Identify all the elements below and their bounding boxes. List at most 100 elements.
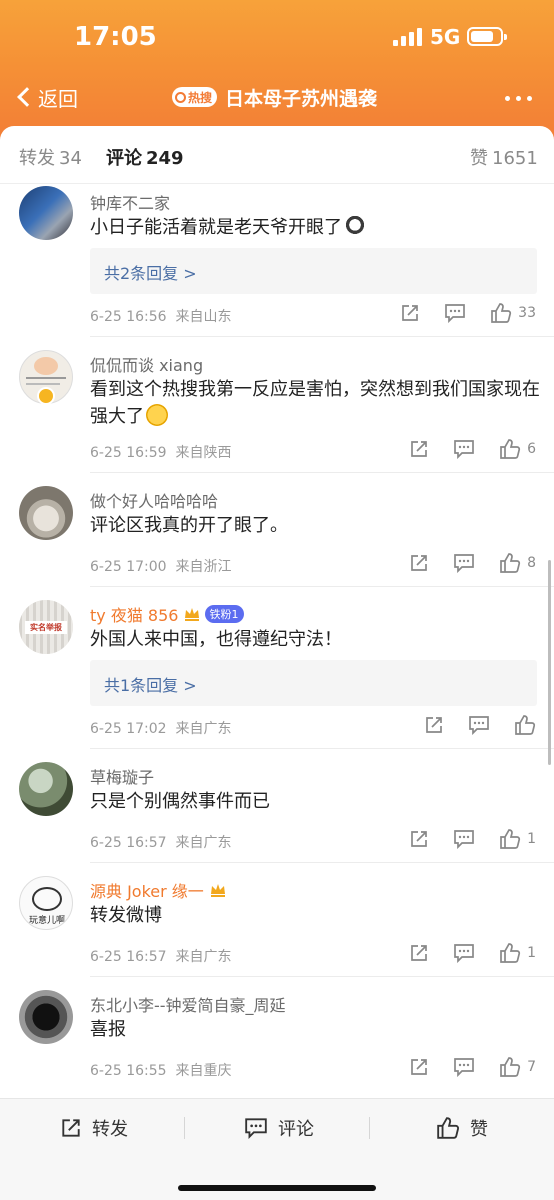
hot-search-badge: 热搜 — [172, 87, 218, 107]
comment-meta: 6-25 16:57 来自广东 — [90, 946, 231, 966]
tab-comments[interactable]: 评论 249 — [106, 144, 184, 170]
comment-text: 看到这个热搜我第一反应是害怕，突然想到我们国家现在强大了 — [90, 376, 540, 430]
tab-comments-count: 249 — [146, 148, 184, 169]
like-label: 赞 — [470, 1119, 488, 1140]
comment-actions: 33 — [376, 302, 536, 324]
tab-repost[interactable]: 转发 34 — [19, 144, 82, 170]
share-icon[interactable] — [409, 439, 429, 459]
comment-icon[interactable] — [453, 439, 475, 459]
like-button[interactable] — [514, 714, 536, 736]
share-icon[interactable] — [409, 1057, 429, 1077]
like-button[interactable]: 1 — [499, 942, 536, 964]
status-bar: 17:05 5G — [0, 0, 554, 70]
comment-actions: 7 — [385, 1056, 536, 1078]
comment-date: 6-25 16:56 — [90, 309, 167, 325]
comment-icon[interactable] — [453, 943, 475, 963]
search-icon — [175, 91, 186, 103]
tab-likes-count: 1651 — [492, 148, 538, 169]
comment-body: 喜报 — [90, 1019, 126, 1040]
comment-location: 来自浙江 — [175, 559, 232, 575]
tab-likes-label: 赞 — [470, 148, 488, 169]
divider — [369, 1117, 370, 1139]
like-count: 6 — [527, 441, 536, 457]
comment-meta: 6-25 16:57 来自广东 — [90, 832, 231, 852]
back-label: 返回 — [38, 86, 78, 111]
comment-icon[interactable] — [444, 303, 466, 323]
comment-meta: 6-25 17:00 来自浙江 — [90, 556, 231, 576]
like-button[interactable]: 7 — [499, 1056, 536, 1078]
avatar[interactable] — [19, 186, 73, 240]
comment-meta: 6-25 17:02 来自广东 — [90, 718, 231, 738]
comment-label: 评论 — [278, 1119, 314, 1140]
like-count: 33 — [518, 305, 536, 321]
like-button[interactable]: 赞 — [436, 1115, 488, 1141]
tab-repost-count: 34 — [59, 148, 82, 169]
share-icon[interactable] — [409, 829, 429, 849]
comment-username[interactable]: ty 夜猫 856 铁粉1 — [90, 602, 245, 626]
comment-username[interactable]: 做个好人哈哈哈哈 — [90, 488, 218, 512]
like-button[interactable]: 8 — [499, 552, 536, 574]
replies-label: 共1条回复 > — [104, 676, 197, 695]
husky-emoji-icon — [344, 215, 366, 237]
comment-username[interactable]: 钟库不二家 — [90, 190, 170, 214]
verified-badge-icon — [37, 387, 55, 405]
like-button[interactable]: 6 — [499, 438, 536, 460]
comment-button[interactable]: 评论 — [244, 1115, 314, 1141]
like-button[interactable]: 33 — [490, 302, 536, 324]
comment-location: 来自广东 — [175, 949, 232, 965]
share-icon[interactable] — [400, 303, 420, 323]
divider — [90, 472, 554, 473]
comment-username[interactable]: 侃侃而谈 xiang — [90, 352, 203, 376]
share-icon[interactable] — [409, 553, 429, 573]
comment-date: 6-25 16:57 — [90, 835, 167, 851]
comment-text: 小日子能活着就是老天爷开眼了 — [90, 214, 540, 241]
chevron-left-icon — [17, 87, 37, 107]
avatar[interactable] — [19, 486, 73, 540]
comment-location: 来自重庆 — [175, 1063, 232, 1079]
like-button[interactable]: 1 — [499, 828, 536, 850]
fan-badge-label: 铁粉1 — [209, 608, 239, 621]
comment-icon[interactable] — [453, 829, 475, 849]
avatar[interactable] — [19, 990, 73, 1044]
avatar[interactable]: 玩意儿啊 — [19, 876, 73, 930]
comment-body: 评论区我真的开了眼了。 — [90, 515, 288, 536]
replies-link[interactable]: 共2条回复 > — [90, 248, 537, 294]
comment-body: 小日子能活着就是老天爷开眼了 — [90, 217, 342, 238]
battery-icon — [467, 27, 507, 46]
comment-actions: 1 — [385, 828, 536, 850]
tab-likes[interactable]: 赞 1651 — [470, 144, 538, 170]
comment-username[interactable]: 草梅璇子 — [90, 764, 154, 788]
comment-text: 只是个别偶然事件而已 — [90, 788, 540, 815]
scrollbar[interactable] — [548, 560, 551, 765]
share-icon[interactable] — [409, 943, 429, 963]
comment-date: 6-25 16:55 — [90, 1063, 167, 1079]
home-indicator[interactable] — [178, 1185, 376, 1191]
replies-link[interactable]: 共1条回复 > — [90, 660, 537, 706]
divider — [90, 748, 554, 749]
tab-bar: 转发 34 评论 249 赞 1651 — [0, 126, 554, 184]
repost-label: 转发 — [92, 1119, 128, 1140]
comment-icon[interactable] — [453, 553, 475, 573]
share-icon[interactable] — [424, 715, 444, 735]
comment-text: 转发微博 — [90, 902, 540, 929]
comment-icon[interactable] — [453, 1057, 475, 1077]
avatar[interactable] — [19, 762, 73, 816]
comment-meta: 6-25 16:56 来自山东 — [90, 306, 231, 326]
thumbs-up-icon — [500, 829, 521, 849]
replies-label: 共2条回复 > — [104, 264, 197, 283]
comment-text: 评论区我真的开了眼了。 — [90, 512, 540, 539]
avatar[interactable]: 实名举报 — [19, 600, 73, 654]
repost-button[interactable]: 转发 — [60, 1115, 128, 1141]
comment-username[interactable]: 源典 Joker 缘一 — [90, 878, 227, 902]
comment-username[interactable]: 东北小李--钟爱简自豪_周延 — [90, 992, 286, 1016]
thumbs-up-icon — [500, 1057, 521, 1077]
divider — [90, 862, 554, 863]
back-button[interactable]: 返回 — [14, 82, 78, 112]
comment-icon[interactable] — [468, 715, 490, 735]
topic-title[interactable]: 热搜 日本母子苏州遇袭 — [172, 82, 377, 112]
thumbs-up-icon — [491, 303, 512, 323]
comment-actions: 1 — [385, 942, 536, 964]
comment-text: 喜报 — [90, 1016, 540, 1043]
comment-meta: 6-25 16:59 来自陕西 — [90, 442, 231, 462]
more-icon[interactable] — [505, 96, 532, 101]
